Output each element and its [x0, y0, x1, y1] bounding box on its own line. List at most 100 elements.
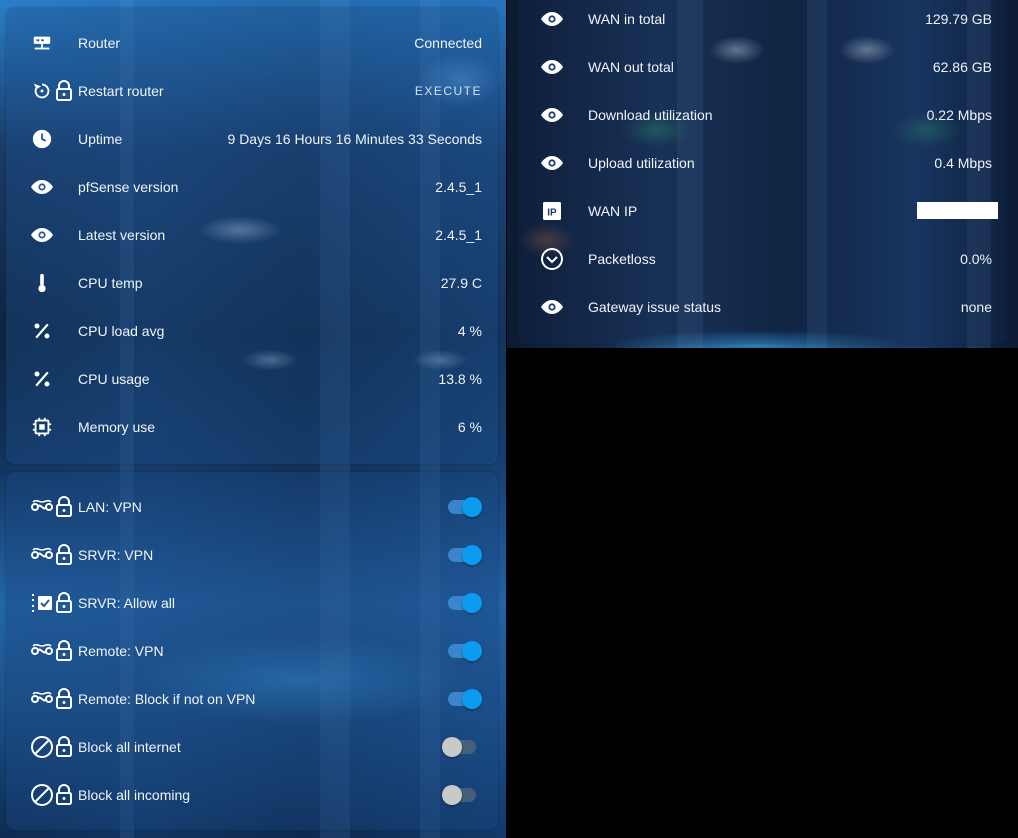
wan-out-total-value: 62.86 GB — [932, 59, 992, 75]
vpn-link-icon — [30, 495, 54, 519]
router-status-value: Connected — [414, 35, 482, 51]
cpu-load-avg-row[interactable]: CPU load avg 4 % — [6, 311, 498, 351]
rule-row-block-all-incoming: Block all incoming — [6, 775, 498, 815]
rule-row-remote-block-if-not-on-vpn: Remote: Block if not on VPN — [6, 679, 498, 719]
rule-label-srvr-allow-all: SRVR: Allow all — [78, 595, 176, 611]
wan-ip-label: WAN IP — [588, 203, 638, 219]
gateway-issue-status-row[interactable]: Gateway issue status none — [517, 287, 1009, 327]
packetloss-row[interactable]: Packetloss 0.0% — [517, 239, 1009, 279]
memory-chip-icon — [30, 415, 54, 439]
vpn-link-icon — [30, 543, 54, 567]
lock-icon — [55, 736, 73, 758]
toggle-lan-vpn[interactable] — [446, 497, 482, 517]
toggle-remote-block-if-not-on-vpn[interactable] — [446, 689, 482, 709]
restart-router-row: Restart router EXECUTE — [6, 71, 498, 111]
rule-row-lan-vpn: LAN: VPN — [6, 487, 498, 527]
eye-icon — [540, 151, 564, 175]
upload-utilization-row[interactable]: Upload utilization 0.4 Mbps — [517, 143, 1009, 183]
checklist-icon — [30, 591, 54, 615]
lock-icon — [55, 640, 73, 662]
rule-row-srvr-allow-all: SRVR: Allow all — [6, 583, 498, 623]
wan-ip-value-redacted — [917, 202, 998, 219]
vpn-link-icon — [30, 639, 54, 663]
download-utilization-label: Download utilization — [588, 107, 713, 123]
memory-use-value: 6 % — [457, 419, 482, 435]
rule-label-remote-block: Remote: Block if not on VPN — [78, 691, 256, 707]
lock-icon — [55, 688, 73, 710]
memory-use-row[interactable]: Memory use 6 % — [6, 407, 498, 447]
restart-icon — [30, 79, 54, 103]
latest-version-label: Latest version — [78, 227, 166, 243]
lock-icon — [55, 496, 73, 518]
wan-in-total-row[interactable]: WAN in total 129.79 GB — [517, 0, 1009, 39]
gateway-issue-status-label: Gateway issue status — [588, 299, 722, 315]
toggle-srvr-vpn[interactable] — [446, 545, 482, 565]
pfsense-version-row[interactable]: pfSense version 2.4.5_1 — [6, 167, 498, 207]
cpu-load-avg-label: CPU load avg — [78, 323, 165, 339]
lock-icon — [55, 784, 73, 806]
eye-icon — [540, 7, 564, 31]
download-utilization-value: 0.22 Mbps — [926, 107, 992, 123]
cpu-usage-row[interactable]: CPU usage 13.8 % — [6, 359, 498, 399]
percent-icon — [30, 319, 54, 343]
clock-icon — [30, 127, 54, 151]
upload-utilization-label: Upload utilization — [588, 155, 695, 171]
restart-router-label: Restart router — [78, 83, 164, 99]
thermometer-icon — [30, 271, 54, 295]
rule-row-remote-vpn: Remote: VPN — [6, 631, 498, 671]
memory-use-label: Memory use — [78, 419, 156, 435]
packetloss-value: 0.0% — [960, 251, 992, 267]
wan-out-total-label: WAN out total — [588, 59, 674, 75]
lock-icon — [55, 80, 73, 102]
firewall-rules-card: LAN: VPN SRVR: VPN SRVR: Allow all Remot… — [6, 472, 498, 830]
eye-icon — [540, 103, 564, 127]
rule-label-lan-vpn: LAN: VPN — [78, 499, 142, 515]
eye-icon — [30, 175, 54, 199]
percent-icon — [30, 367, 54, 391]
rule-label-remote-vpn: Remote: VPN — [78, 643, 164, 659]
toggle-block-all-internet[interactable] — [442, 737, 478, 757]
wan-ip-row[interactable]: IP WAN IP — [517, 191, 1009, 231]
rule-label-srvr-vpn: SRVR: VPN — [78, 547, 154, 563]
packetloss-label: Packetloss — [588, 251, 656, 267]
uptime-row[interactable]: Uptime 9 Days 16 Hours 16 Minutes 33 Sec… — [6, 119, 498, 159]
uptime-value: 9 Days 16 Hours 16 Minutes 33 Seconds — [227, 131, 482, 147]
toggle-block-all-incoming[interactable] — [442, 785, 478, 805]
pfsense-version-value: 2.4.5_1 — [435, 179, 482, 195]
cpu-temp-value: 27.9 C — [440, 275, 482, 291]
toggle-remote-vpn[interactable] — [446, 641, 482, 661]
wan-out-total-row[interactable]: WAN out total 62.86 GB — [517, 47, 1009, 87]
pfsense-version-label: pfSense version — [78, 179, 179, 195]
cpu-temp-row[interactable]: CPU temp 27.9 C — [6, 263, 498, 303]
wan-stats-card: WAN in total 129.79 GB WAN out total 62.… — [517, 0, 1009, 344]
download-utilization-row[interactable]: Download utilization 0.22 Mbps — [517, 95, 1009, 135]
cpu-usage-label: CPU usage — [78, 371, 150, 387]
router-label: Router — [78, 35, 121, 51]
execute-button[interactable]: EXECUTE — [415, 84, 482, 98]
eye-icon — [30, 223, 54, 247]
rule-label-block-all-incoming: Block all incoming — [78, 787, 191, 803]
ip-icon: IP — [540, 199, 564, 223]
vpn-link-icon — [30, 687, 54, 711]
router-system-card: Router Connected Restart router EXECUTE … — [6, 8, 498, 464]
uptime-label: Uptime — [78, 131, 123, 147]
block-icon — [30, 735, 54, 759]
chevron-circle-icon — [540, 247, 564, 271]
lock-icon — [55, 544, 73, 566]
lock-icon — [55, 592, 73, 614]
toggle-srvr-allow-all[interactable] — [446, 593, 482, 613]
svg-text:IP: IP — [547, 208, 557, 219]
cpu-usage-value: 13.8 % — [438, 371, 482, 387]
cpu-load-avg-value: 4 % — [457, 323, 482, 339]
wan-in-total-value: 129.79 GB — [925, 11, 992, 27]
gateway-issue-status-value: none — [960, 299, 992, 315]
wan-in-total-label: WAN in total — [588, 11, 666, 27]
router-network-icon — [30, 31, 54, 55]
router-row[interactable]: Router Connected — [6, 23, 498, 63]
rule-label-block-all-internet: Block all internet — [78, 739, 181, 755]
latest-version-row[interactable]: Latest version 2.4.5_1 — [6, 215, 498, 255]
rule-row-block-all-internet: Block all internet — [6, 727, 498, 767]
upload-utilization-value: 0.4 Mbps — [934, 155, 992, 171]
eye-icon — [540, 55, 564, 79]
block-icon — [30, 783, 54, 807]
